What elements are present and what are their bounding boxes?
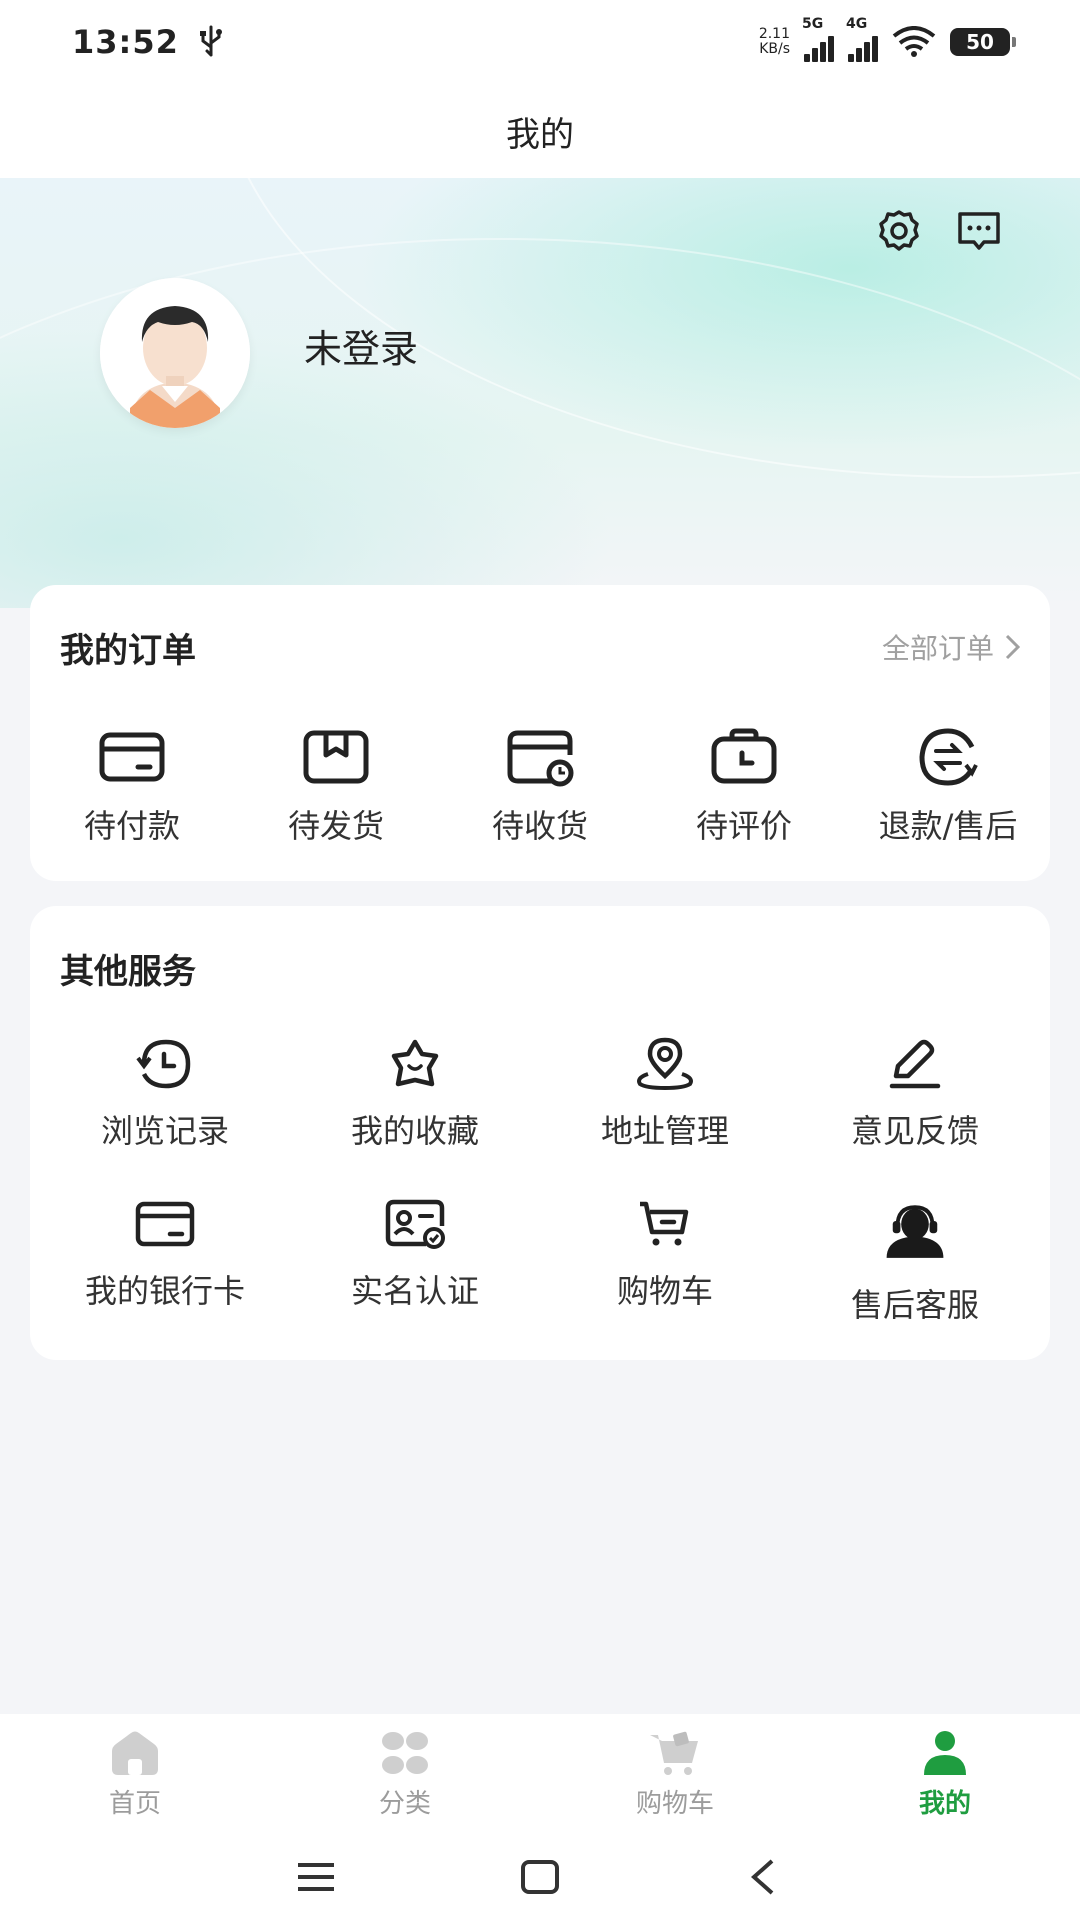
status-time: 13:52 — [72, 23, 179, 61]
service-address[interactable]: 地址管理 — [540, 1036, 790, 1196]
gear-icon[interactable] — [874, 206, 924, 256]
cart-icon — [640, 1201, 689, 1246]
card-icon — [99, 732, 165, 782]
signal-4g-label: 4G — [846, 16, 868, 32]
avatar[interactable] — [100, 278, 250, 428]
order-pending-review[interactable]: 待评价 — [642, 725, 846, 847]
services-grid: 浏览记录 我的收藏 地址管理 意见反馈 我的银行卡 实名认证 购物车 售后客服 — [30, 1036, 1050, 1356]
wifi-icon — [892, 26, 936, 57]
order-item-label: 待评价 — [695, 807, 792, 845]
tab-mine[interactable]: 我的 — [845, 1729, 1045, 1820]
service-favorites[interactable]: 我的收藏 — [290, 1036, 540, 1196]
order-refund[interactable]: 退款/售后 — [846, 725, 1050, 847]
service-label: 意见反馈 — [850, 1112, 979, 1150]
login-status[interactable]: 未登录 — [304, 318, 418, 373]
net-speed-unit: KB/s — [759, 41, 790, 57]
signal-5g-label: 5G — [802, 16, 824, 32]
history-icon — [136, 1039, 191, 1089]
order-pending-shipment[interactable]: 待发货 — [234, 725, 438, 847]
star-icon — [391, 1039, 439, 1087]
profile-header: 未登录 — [0, 178, 1080, 608]
tab-label: 我的 — [918, 1788, 971, 1819]
orders-title: 我的订单 — [60, 631, 196, 671]
home-icon — [112, 1731, 158, 1775]
message-icon[interactable] — [954, 206, 1004, 256]
service-label: 浏览记录 — [100, 1112, 229, 1150]
service-customer-service[interactable]: 售后客服 — [790, 1196, 1040, 1356]
bag-clock-icon — [711, 728, 777, 784]
user-icon — [924, 1730, 966, 1775]
back-icon[interactable] — [742, 1857, 786, 1897]
all-orders-link[interactable]: 全部订单 — [882, 627, 1024, 667]
tab-category[interactable]: 分类 — [305, 1729, 505, 1820]
services-title: 其他服务 — [60, 952, 196, 992]
network-speed: 2.11 KB/s — [759, 27, 790, 57]
service-label: 我的银行卡 — [84, 1272, 245, 1310]
service-label: 实名认证 — [350, 1272, 479, 1310]
usb-icon — [199, 25, 222, 57]
id-card-icon — [385, 1199, 445, 1249]
services-row: 我的银行卡 实名认证 购物车 售后客服 — [30, 1196, 1050, 1356]
menu-icon[interactable] — [294, 1857, 338, 1897]
tab-label: 首页 — [108, 1788, 161, 1819]
order-pending-receipt[interactable]: 待收货 — [438, 725, 642, 847]
package-icon — [303, 730, 369, 784]
signal-4g-icon: 4G — [846, 16, 878, 62]
net-speed-value: 2.11 — [758, 26, 790, 42]
tab-label: 分类 — [378, 1788, 431, 1819]
refund-icon — [919, 728, 978, 786]
customer-service-icon — [872, 1196, 958, 1266]
order-pending-payment[interactable]: 待付款 — [30, 725, 234, 847]
service-real-name[interactable]: 实名认证 — [290, 1196, 540, 1356]
bottom-tab-bar: 首页 分类 购物车 我的 — [0, 1714, 1080, 1834]
service-label: 我的收藏 — [350, 1112, 479, 1150]
delivery-clock-icon — [507, 730, 574, 787]
order-item-label: 待发货 — [287, 807, 384, 845]
status-right: 2.11 KB/s 5G 4G 50 — [759, 16, 1016, 62]
status-bar: 13:52 2.11 KB/s 5G 4G 50 — [0, 0, 1080, 84]
home-square-icon[interactable] — [518, 1857, 562, 1897]
bank-card-icon — [135, 1201, 195, 1247]
services-row: 浏览记录 我的收藏 地址管理 意见反馈 — [30, 1036, 1050, 1196]
service-label: 地址管理 — [600, 1112, 729, 1150]
system-nav-bar — [0, 1834, 1080, 1920]
tab-label: 购物车 — [635, 1788, 714, 1819]
page-title: 我的 — [506, 114, 574, 155]
order-item-label: 待付款 — [83, 807, 180, 845]
tab-home[interactable]: 首页 — [35, 1729, 235, 1820]
service-cart[interactable]: 购物车 — [540, 1196, 790, 1356]
battery-icon: 50 — [950, 28, 1016, 56]
title-bar: 我的 — [0, 84, 1080, 178]
status-left: 13:52 — [72, 23, 225, 61]
service-history[interactable]: 浏览记录 — [40, 1036, 290, 1196]
category-icon — [382, 1731, 428, 1774]
services-card: 其他服务 浏览记录 我的收藏 地址管理 意见反馈 我的银行卡 实名认证 购物车 … — [30, 906, 1050, 1360]
all-orders-label: 全部订单 — [881, 632, 994, 665]
header-actions — [874, 206, 1004, 256]
orders-card: 我的订单 全部订单 待付款 待发货 待收货 待评价 退款/售后 — [30, 585, 1050, 881]
signal-5g-icon: 5G — [802, 16, 834, 62]
service-label: 购物车 — [616, 1272, 713, 1310]
edit-icon — [889, 1039, 941, 1089]
avatar-image — [100, 278, 250, 428]
service-feedback[interactable]: 意见反馈 — [790, 1036, 1040, 1196]
order-item-label: 退款/售后 — [878, 807, 1018, 845]
service-label: 售后客服 — [850, 1286, 979, 1324]
service-bank-card[interactable]: 我的银行卡 — [40, 1196, 290, 1356]
order-item-label: 待收货 — [491, 807, 588, 845]
tab-cart[interactable]: 购物车 — [575, 1729, 775, 1820]
cart-icon — [650, 1731, 698, 1775]
location-icon — [637, 1037, 693, 1091]
order-status-row: 待付款 待发货 待收货 待评价 退款/售后 — [30, 725, 1050, 847]
chevron-right-icon — [1005, 634, 1021, 660]
